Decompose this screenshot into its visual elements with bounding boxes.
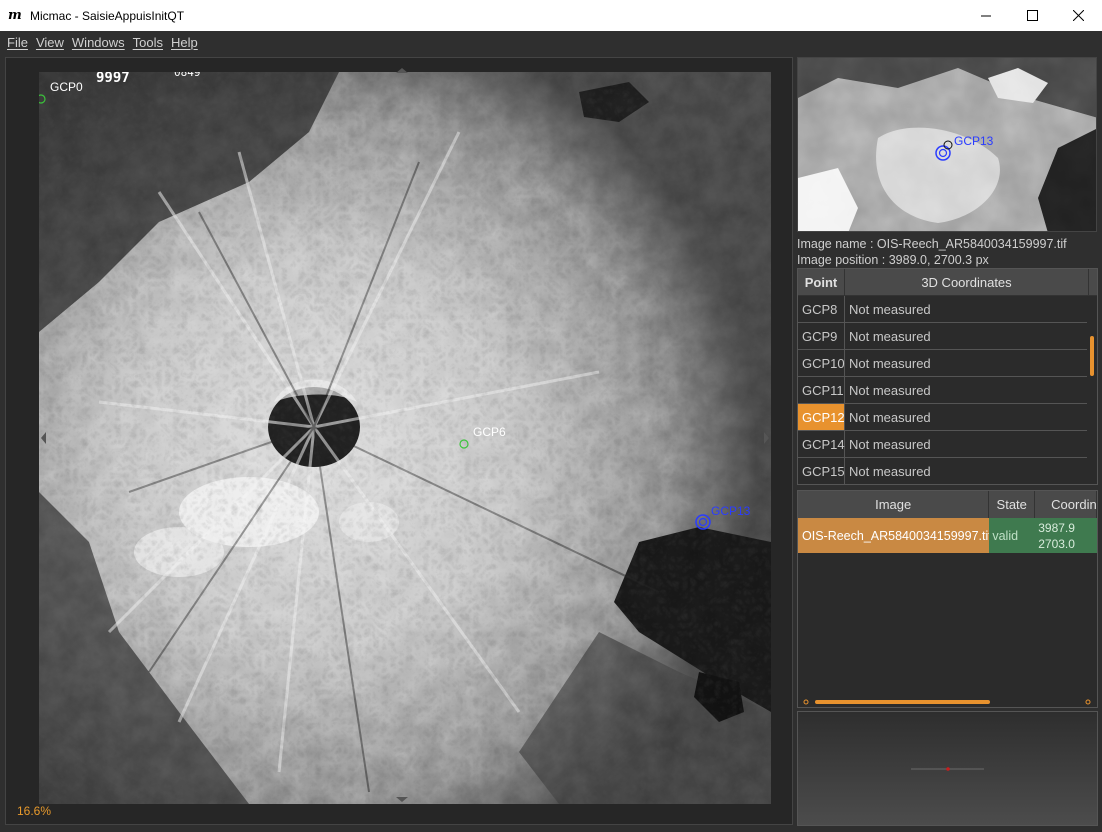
scrollbar-thumb[interactable]: [1090, 336, 1094, 376]
point-name: GCP8: [798, 296, 845, 322]
header-coordinates[interactable]: Coordin: [1035, 491, 1097, 518]
scroll-down-arrow-icon[interactable]: [394, 795, 410, 803]
menu-help[interactable]: Help: [171, 35, 198, 50]
minimize-icon: [980, 15, 991, 17]
status-bar: [0, 826, 1102, 832]
menu-file[interactable]: File: [7, 35, 28, 50]
menu-windows[interactable]: Windows: [72, 35, 125, 50]
table-row[interactable]: OIS-Reech_AR5840034159997.tif valid 3987…: [798, 518, 1097, 553]
title-bar: m Micmac - SaisieAppuisInitQT: [0, 0, 1102, 31]
3d-view-canvas: [911, 767, 984, 771]
image-name-info: Image name : OIS-Reech_AR5840034159997.t…: [797, 237, 1067, 251]
close-button[interactable]: [1055, 0, 1101, 31]
image-position-info: Image position : 3989.0, 2700.3 px: [797, 253, 989, 267]
points-table-header: Point 3D Coordinates: [798, 269, 1097, 296]
menu-view[interactable]: View: [36, 35, 64, 50]
maximize-icon: [1026, 10, 1038, 21]
scroll-right-icon[interactable]: [1084, 699, 1092, 705]
minimize-button[interactable]: [963, 0, 1009, 31]
header-3d-coordinates[interactable]: 3D Coordinates: [845, 269, 1089, 295]
point-coords: Not measured: [845, 296, 1089, 322]
maximize-button[interactable]: [1009, 0, 1055, 31]
point-name: GCP9: [798, 323, 845, 349]
point-coords: Not measured: [845, 458, 1089, 484]
point-coords: Not measured: [845, 377, 1089, 403]
points-table[interactable]: Point 3D Coordinates GCP8 Not measured G…: [797, 268, 1098, 485]
table-row[interactable]: GCP14 Not measured: [798, 431, 1097, 458]
point-coords: Not measured: [845, 404, 1089, 430]
table-row[interactable]: GCP15 Not measured: [798, 458, 1097, 484]
header-point[interactable]: Point: [798, 269, 845, 295]
menu-bar: File View Windows Tools Help: [0, 31, 1102, 54]
photo-frame-id: 0849: [174, 72, 201, 79]
point-name: GCP15: [798, 458, 845, 484]
images-table-scrollbar[interactable]: [798, 697, 1097, 707]
magnifier-gcp-label: GCP13: [954, 134, 994, 148]
point-name: GCP14: [798, 431, 845, 457]
image-coordinates: 3987.9 2703.0: [1035, 518, 1097, 553]
close-icon: [1072, 10, 1084, 21]
main-image-view[interactable]: 9997 0849 GCP0 GCP6 GCP13 16.6%: [5, 57, 793, 825]
point-coords: Not measured: [845, 431, 1089, 457]
app-logo-icon: m: [8, 7, 22, 23]
image-filename: OIS-Reech_AR5840034159997.tif: [798, 518, 990, 553]
scroll-up-arrow-icon[interactable]: [394, 66, 410, 74]
point-name: GCP12: [798, 404, 845, 430]
3d-view-window[interactable]: [797, 711, 1098, 826]
magnifier-view[interactable]: GCP13: [797, 57, 1097, 232]
table-row-selected[interactable]: GCP12 Not measured: [798, 404, 1097, 431]
scroll-left-arrow-icon[interactable]: [39, 430, 47, 446]
gcp0-label: GCP0: [50, 80, 83, 94]
gcp6-label: GCP6: [473, 425, 506, 439]
images-table-header: Image State Coordin: [798, 491, 1097, 518]
scrollbar-thumb[interactable]: [815, 700, 990, 704]
aerial-photo[interactable]: 9997 0849: [39, 72, 771, 804]
scroll-right-arrow-icon[interactable]: [763, 430, 771, 446]
photo-frame-number: 9997: [96, 72, 130, 86]
image-coord-y: 2703.0: [1038, 536, 1075, 551]
header-state[interactable]: State: [989, 491, 1036, 518]
zoom-level: 16.6%: [17, 804, 52, 818]
table-row[interactable]: GCP9 Not measured: [798, 323, 1097, 350]
point-name: GCP11: [798, 377, 845, 403]
table-row[interactable]: GCP10 Not measured: [798, 350, 1097, 377]
points-table-scrollbar[interactable]: [1087, 296, 1097, 484]
images-table[interactable]: Image State Coordin OIS-Reech_AR58400341…: [797, 490, 1098, 708]
scroll-left-icon[interactable]: [802, 699, 810, 705]
point-name: GCP10: [798, 350, 845, 376]
table-row[interactable]: GCP11 Not measured: [798, 377, 1097, 404]
header-image[interactable]: Image: [798, 491, 990, 518]
table-row[interactable]: GCP8 Not measured: [798, 296, 1097, 323]
menu-tools[interactable]: Tools: [133, 35, 163, 50]
window-title: Micmac - SaisieAppuisInitQT: [30, 8, 185, 23]
crosshair-icon: [946, 767, 950, 771]
image-coord-x: 3987.9: [1038, 520, 1075, 535]
gcp13-label: GCP13: [711, 504, 751, 518]
point-coords: Not measured: [845, 323, 1089, 349]
point-coords: Not measured: [845, 350, 1089, 376]
image-state: valid: [989, 518, 1036, 553]
magnifier-image: [798, 58, 1096, 231]
